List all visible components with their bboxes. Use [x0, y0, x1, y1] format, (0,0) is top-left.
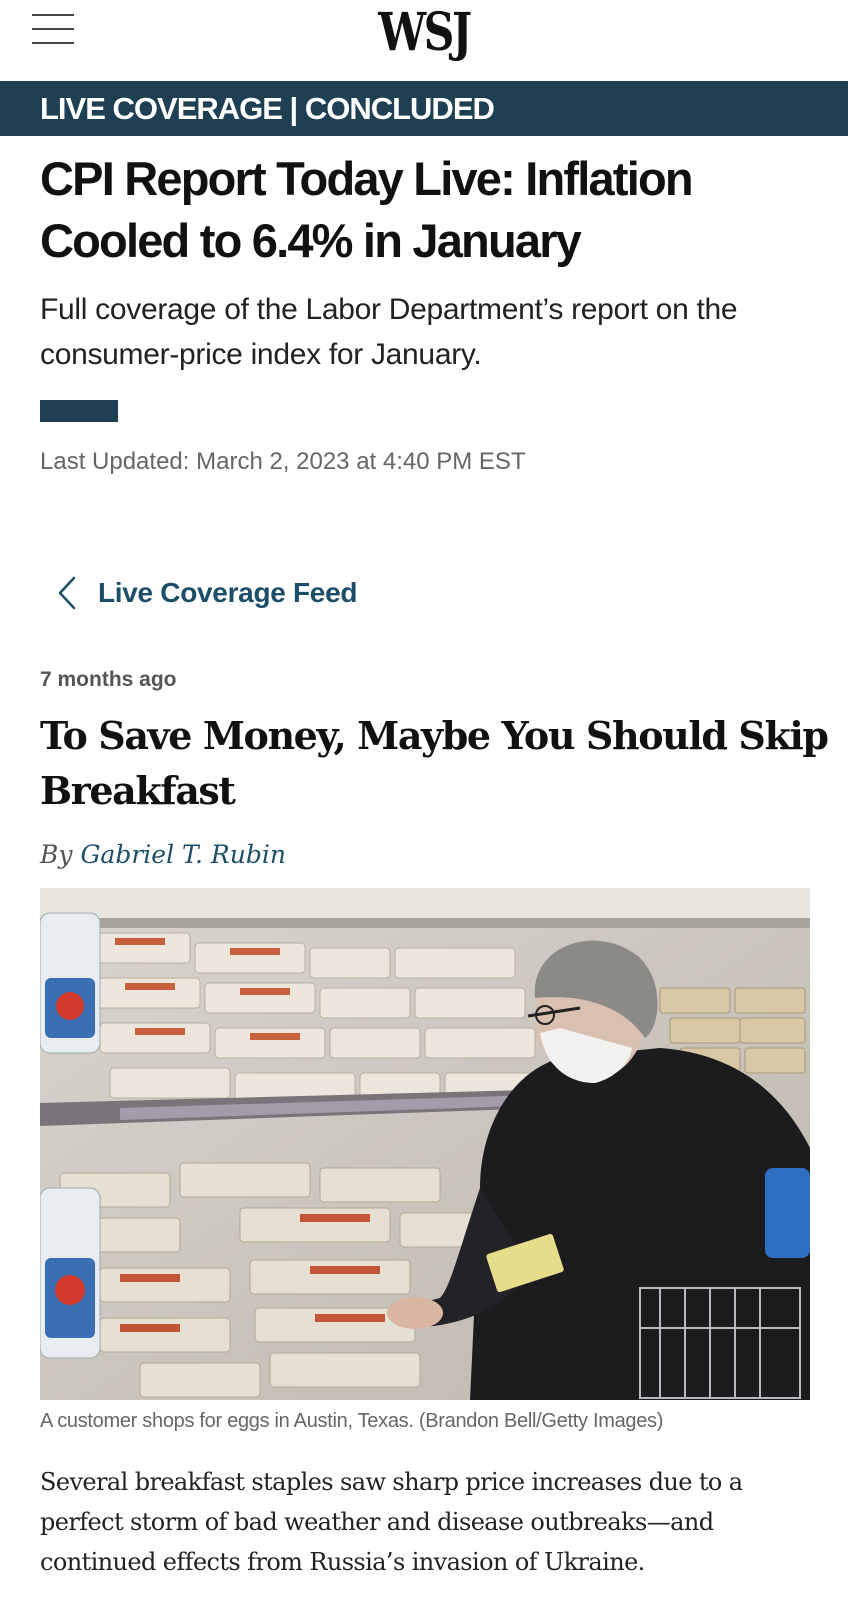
article-photo[interactable]: [40, 888, 810, 1400]
article-dek: Full coverage of the Labor Department’s …: [40, 293, 738, 371]
live-coverage-banner: LIVE COVERAGE | CONCLUDED: [0, 81, 848, 136]
feed-link-label: Live Coverage Feed: [98, 577, 358, 608]
author-link[interactable]: Gabriel T. Rubin: [80, 840, 285, 869]
last-updated-timestamp: Last Updated: March 2, 2023 at 4:40 PM E…: [40, 448, 526, 475]
hamburger-menu-icon[interactable]: [32, 8, 76, 44]
top-bar: WSJ: [0, 0, 848, 80]
post-body: Several breakfast staples saw sharp pric…: [40, 1468, 743, 1576]
photo-caption: A customer shops for eggs in Austin, Tex…: [40, 1410, 664, 1432]
accent-divider: [40, 400, 118, 422]
live-coverage-feed-link[interactable]: Live Coverage Feed: [52, 572, 357, 614]
chevron-left-icon: [58, 576, 76, 610]
post-title[interactable]: To Save Money, Maybe You Should Skip Bre…: [40, 708, 830, 818]
wsj-logo[interactable]: WSJ: [76, 2, 771, 64]
byline-prefix: By: [40, 840, 73, 869]
eggs-shopping-illustration: [40, 888, 810, 1400]
byline: By Gabriel T. Rubin: [40, 840, 286, 869]
post-timestamp: 7 months ago: [40, 668, 177, 691]
banner-label: LIVE COVERAGE | CONCLUDED: [40, 91, 495, 126]
article-headline: CPI Report Today Live: Inflation Cooled …: [40, 152, 694, 267]
